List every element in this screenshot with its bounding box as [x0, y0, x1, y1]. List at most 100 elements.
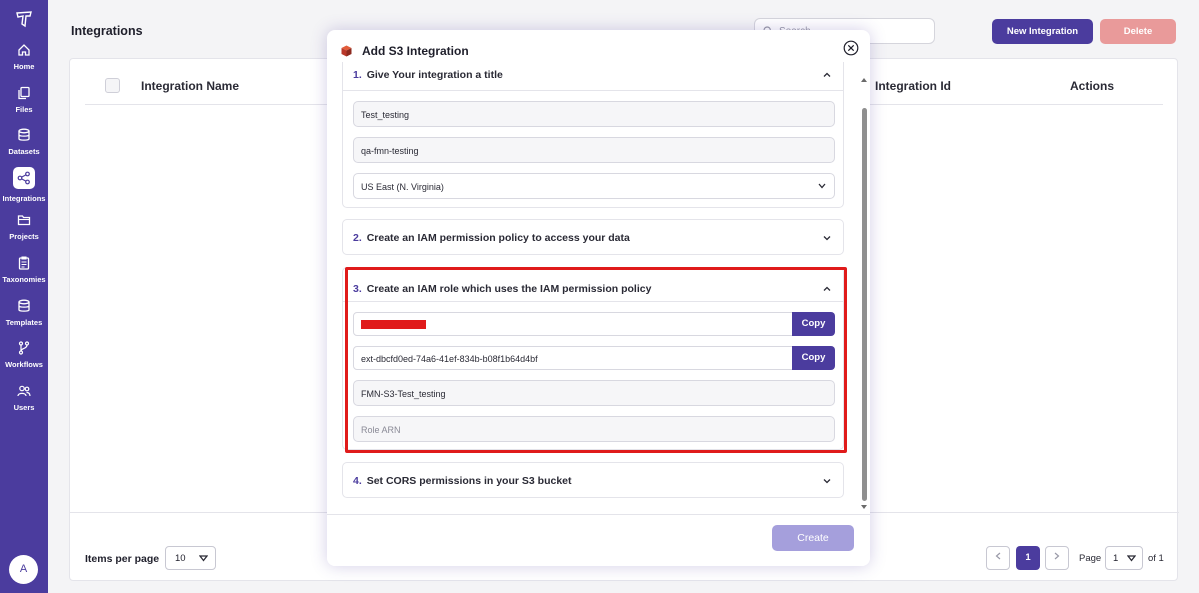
sidebar-item-home[interactable]: Home	[0, 43, 48, 83]
select-all-checkbox[interactable]	[105, 78, 120, 93]
integrations-icon	[17, 171, 30, 185]
column-header-name[interactable]: Integration Name	[141, 79, 239, 93]
items-per-page-value: 10	[175, 553, 186, 564]
next-page-button[interactable]	[1045, 546, 1069, 570]
column-header-id[interactable]: Integration Id	[875, 79, 951, 93]
column-header-actions: Actions	[1070, 79, 1115, 93]
section-4-cors[interactable]: 4. Set CORS permissions in your S3 bucke…	[342, 462, 844, 498]
items-per-page-select[interactable]: 10	[165, 546, 216, 570]
sidebar-item-label: Files	[15, 105, 33, 114]
bucket-name-field[interactable]: qa-fmn-testing	[353, 137, 835, 163]
section-3-header[interactable]: 3. Create an IAM role which uses the IAM…	[353, 283, 651, 295]
section-divider	[343, 90, 843, 91]
field-value: ext-dbcfd0ed-74a6-41ef-834b-b08f1b64d4bf	[361, 354, 538, 364]
section-1-title: 1. Give Your integration a title Test_te…	[342, 62, 844, 208]
field-value: Test_testing	[361, 110, 410, 120]
page-select[interactable]: 1	[1105, 546, 1143, 570]
new-integration-button[interactable]: New Integration	[992, 19, 1093, 44]
section-2-iam-policy[interactable]: 2. Create an IAM permission policy to ac…	[342, 219, 844, 255]
section-title-text: Create an IAM role which uses the IAM pe…	[366, 283, 652, 295]
sidebar-item-integrations[interactable]: Integrations	[0, 167, 48, 211]
external-id-field[interactable]: ext-dbcfd0ed-74a6-41ef-834b-b08f1b64d4bf	[353, 346, 793, 370]
sidebar-item-projects[interactable]: Projects	[0, 213, 48, 253]
chevron-up-icon[interactable]	[823, 285, 831, 293]
sidebar-item-users[interactable]: Users	[0, 384, 48, 424]
copy-external-id-button[interactable]: Copy	[792, 346, 835, 370]
chevron-up-icon[interactable]	[823, 71, 831, 79]
section-number: 2.	[353, 232, 362, 244]
chevron-right-icon	[1054, 552, 1060, 560]
users-icon	[17, 385, 31, 397]
chevron-down-icon	[199, 555, 208, 562]
sidebar-item-label: Workflows	[5, 360, 43, 369]
page-title: Integrations	[71, 24, 143, 38]
aws-cube-icon	[341, 45, 352, 57]
page-label: Page	[1079, 553, 1102, 564]
field-value: US East (N. Virginia)	[361, 182, 444, 192]
chevron-down-icon[interactable]	[823, 234, 831, 242]
files-icon	[18, 86, 30, 100]
taxonomies-icon	[18, 256, 30, 270]
copy-account-id-button[interactable]: Copy	[792, 312, 835, 336]
section-divider	[343, 301, 843, 302]
previous-page-button[interactable]	[986, 546, 1010, 570]
sidebar-item-taxonomies[interactable]: Taxonomies	[0, 256, 48, 296]
page-button-current[interactable]: 1	[1016, 546, 1040, 570]
field-value: FMN-S3-Test_testing	[361, 389, 446, 399]
templates-icon	[18, 299, 30, 312]
sidebar-item-templates[interactable]: Templates	[0, 299, 48, 339]
section-3-iam-role: 3. Create an IAM role which uses the IAM…	[342, 267, 844, 450]
workflows-icon	[18, 341, 30, 355]
sidebar-item-label: Templates	[5, 318, 43, 327]
sidebar-item-label: Integrations	[2, 194, 46, 203]
delete-button[interactable]: Delete	[1100, 19, 1176, 44]
modal-body[interactable]: 1. Give Your integration a title Test_te…	[327, 62, 870, 514]
close-icon[interactable]	[843, 40, 859, 56]
field-placeholder: Role ARN	[361, 425, 401, 435]
logo-icon	[16, 11, 32, 28]
active-indicator	[13, 167, 35, 189]
sidebar-item-label: Projects	[9, 232, 39, 241]
role-arn-input[interactable]: Role ARN	[353, 416, 835, 442]
projects-icon	[17, 215, 31, 226]
chevron-down-icon	[1127, 555, 1136, 562]
field-value: qa-fmn-testing	[361, 146, 419, 156]
sidebar-item-label: Home	[13, 62, 35, 71]
datasets-icon	[18, 128, 30, 141]
section-number: 3.	[353, 283, 362, 295]
sidebar-item-label: Users	[13, 403, 35, 412]
section-1-header[interactable]: 1. Give Your integration a title	[353, 69, 503, 81]
avatar[interactable]: A	[9, 555, 38, 584]
sidebar-item-datasets[interactable]: Datasets	[0, 128, 48, 168]
chevron-down-icon	[818, 183, 826, 189]
modal-footer: Create	[327, 514, 870, 566]
sidebar-item-files[interactable]: Files	[0, 86, 48, 126]
section-4-header[interactable]: 4. Set CORS permissions in your S3 bucke…	[353, 475, 572, 487]
scroll-down-arrow[interactable]	[861, 505, 867, 509]
sidebar-item-label: Taxonomies	[2, 275, 46, 284]
home-icon	[18, 44, 30, 56]
sidebar: Home Files Datasets Integrations Project…	[0, 0, 48, 593]
region-select[interactable]: US East (N. Virginia)	[353, 173, 835, 199]
chevron-down-icon[interactable]	[823, 477, 831, 485]
section-2-header[interactable]: 2. Create an IAM permission policy to ac…	[353, 232, 630, 244]
section-title-text: Set CORS permissions in your S3 bucket	[366, 475, 572, 487]
redacted-value	[361, 320, 426, 329]
scrollbar-thumb[interactable]	[862, 108, 867, 501]
add-s3-integration-modal: Add S3 Integration 1. Give Your integrat…	[327, 30, 870, 566]
section-number: 4.	[353, 475, 362, 487]
section-title-text: Give Your integration a title	[366, 69, 503, 81]
chevron-left-icon	[995, 552, 1001, 560]
integration-name-field[interactable]: Test_testing	[353, 101, 835, 127]
create-button[interactable]: Create	[772, 525, 854, 551]
modal-title: Add S3 Integration	[362, 44, 469, 58]
page-total-label: of 1	[1148, 553, 1164, 564]
scroll-up-arrow[interactable]	[861, 78, 867, 82]
sidebar-item-label: Datasets	[8, 147, 40, 156]
sidebar-item-workflows[interactable]: Workflows	[0, 341, 48, 381]
page-select-value: 1	[1113, 553, 1119, 564]
section-title-text: Create an IAM permission policy to acces…	[366, 232, 630, 244]
account-id-field[interactable]	[353, 312, 793, 336]
role-name-field[interactable]: FMN-S3-Test_testing	[353, 380, 835, 406]
items-per-page-label: Items per page	[85, 553, 160, 565]
